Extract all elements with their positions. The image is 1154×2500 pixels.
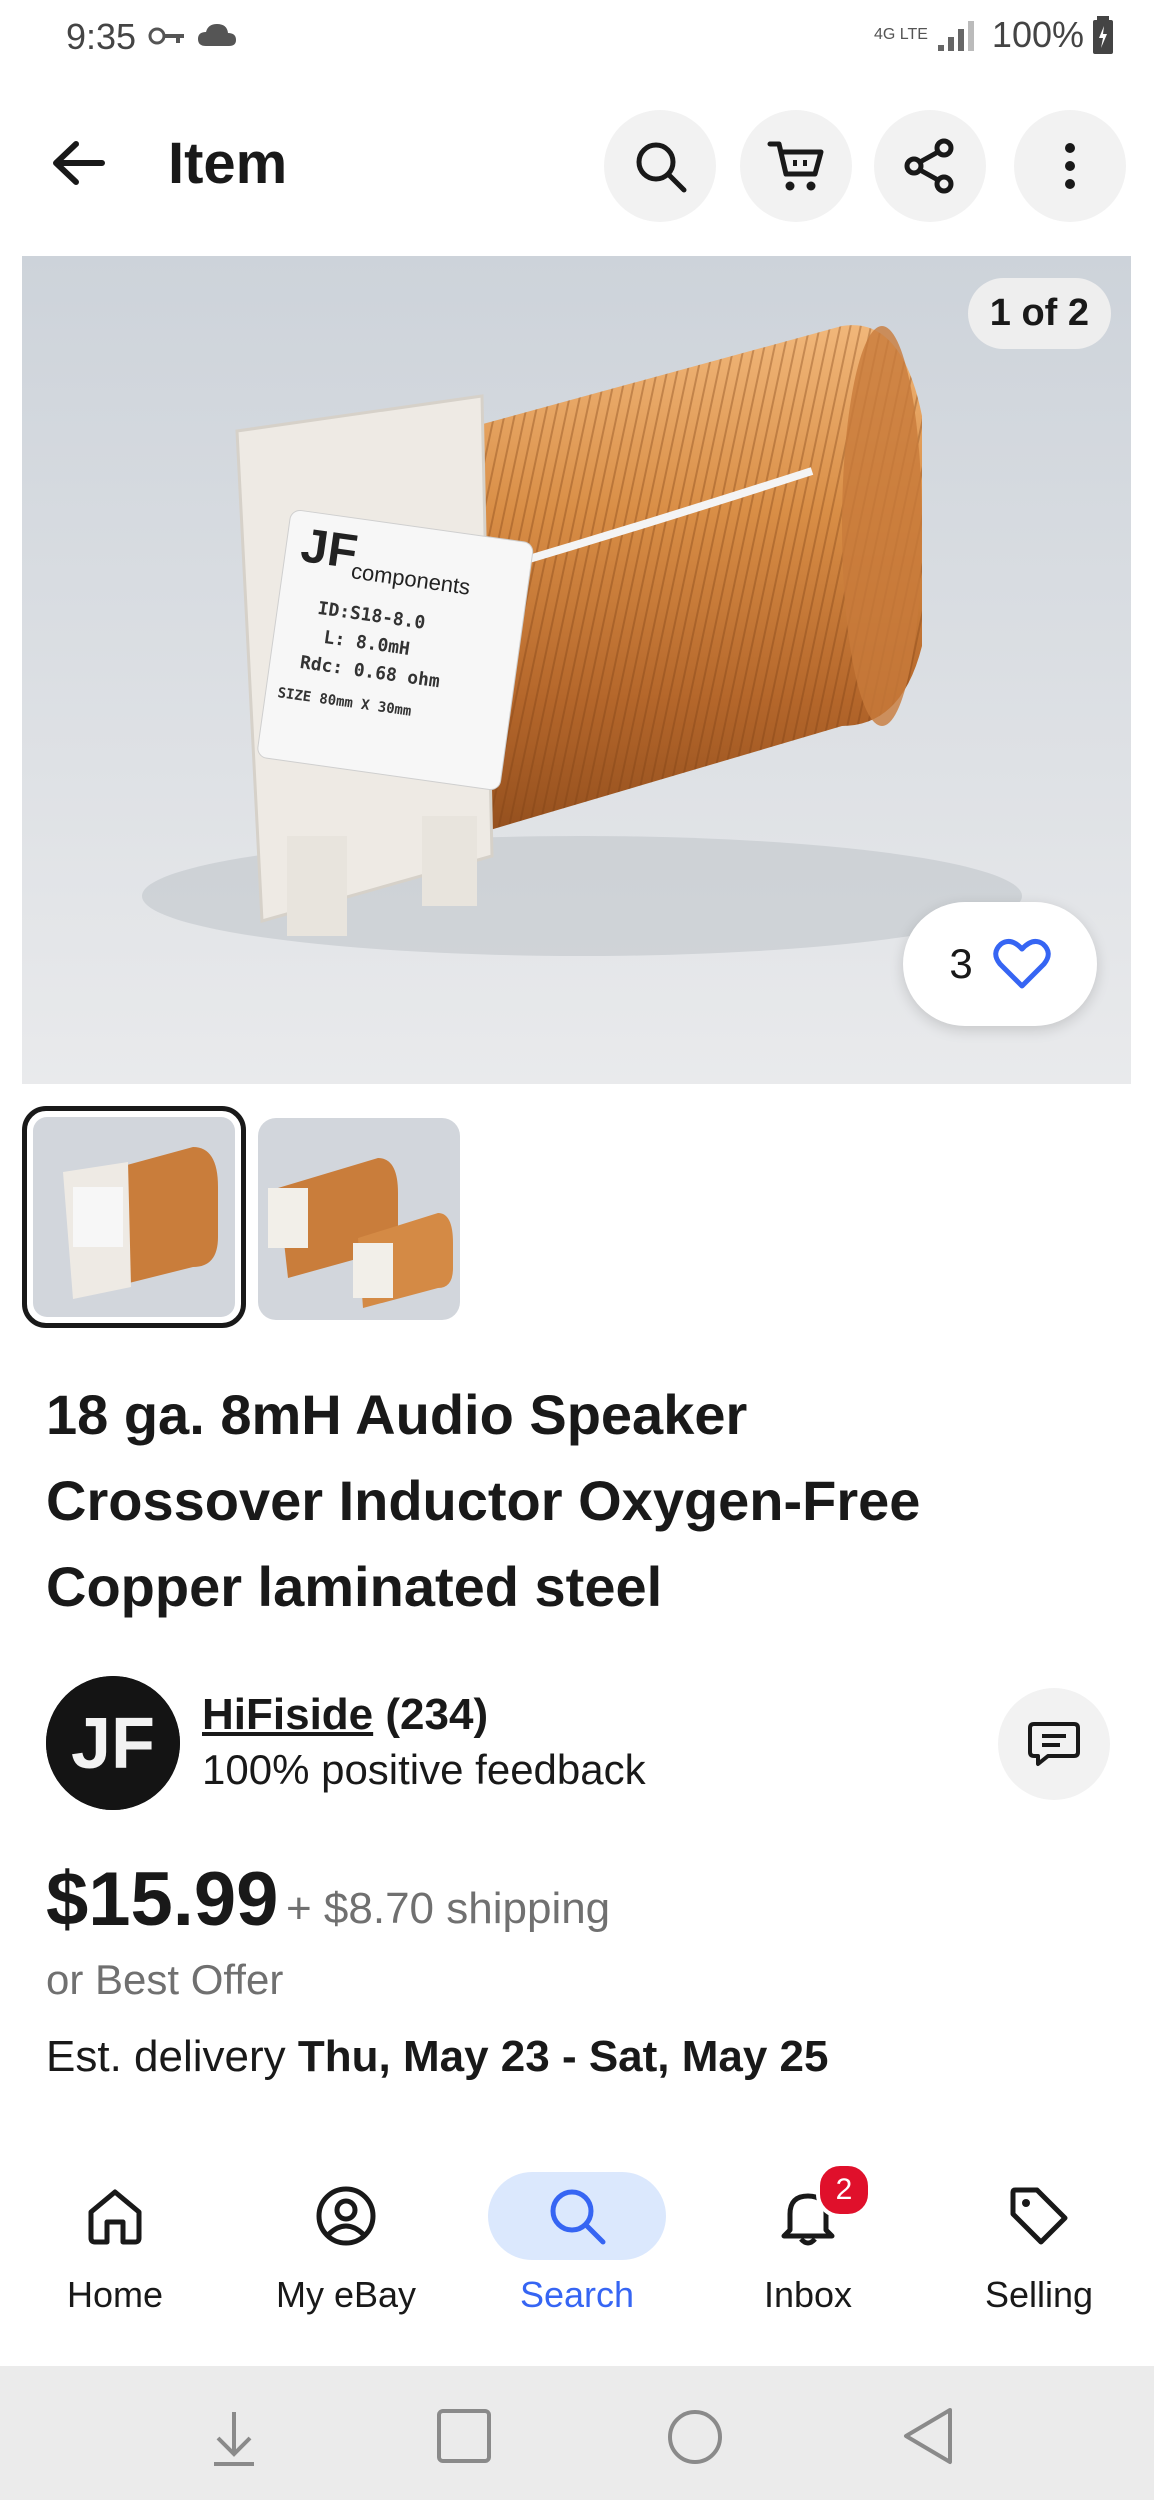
status-time: 9:35 [66, 16, 137, 57]
image-counter: 1 of 2 [967, 278, 1111, 349]
nav-label: Home [66, 2274, 164, 2315]
network-label: 4G LTE [873, 26, 928, 43]
watch-button[interactable]: 3 [903, 902, 1097, 1026]
home-circle-icon[interactable] [666, 2408, 724, 2466]
download-arrow-icon[interactable] [208, 2408, 260, 2468]
battery-percent: 100% [991, 14, 1084, 55]
nav-search[interactable]: Search [477, 2172, 677, 2316]
thumbnail-image [33, 1117, 235, 1317]
seller-logo: JF [46, 1676, 180, 1810]
bottom-navigation: Home My eBay Search 2 Inbox Selling [0, 2150, 1154, 2365]
thumbnail-image [258, 1118, 460, 1320]
system-navigation [0, 2366, 1154, 2500]
share-icon [904, 138, 954, 194]
search-icon [636, 142, 687, 193]
cart-icon [767, 141, 824, 191]
product-title-line: Copper laminated steel [46, 1555, 663, 1618]
back-triangle-icon[interactable] [900, 2406, 956, 2466]
user-circle-icon [316, 2186, 376, 2246]
battery-icon [1093, 16, 1113, 54]
best-offer-text: or Best Offer [46, 1956, 284, 2003]
nav-label: Inbox [763, 2274, 853, 2315]
nav-label: My eBay [275, 2274, 417, 2315]
seller-avatar-text: JF [71, 1704, 155, 1784]
seller-avatar[interactable]: JF [46, 1676, 180, 1810]
product-image[interactable]: JF components ID:S18-8.0 L: 8.0mH Rdc: 0… [22, 256, 1131, 1084]
heart-icon [992, 938, 1051, 989]
home-icon [88, 2189, 142, 2245]
nav-label: Selling [984, 2274, 1094, 2315]
status-bar: 9:35 4G LTE 100% [0, 0, 1154, 80]
seller-info[interactable]: HiFiside (234) [202, 1690, 488, 1740]
seller-name[interactable]: HiFiside [202, 1690, 373, 1739]
seller-feedback: 100% positive feedback [202, 1746, 646, 1793]
estimated-delivery: Est. delivery Thu, May 23 - Sat, May 25 [46, 2032, 829, 2082]
recents-icon[interactable] [436, 2408, 492, 2464]
cart-button[interactable] [740, 110, 852, 222]
product-title: 18 ga. 8mH Audio Speaker Crossover Induc… [46, 1372, 1116, 1630]
signal-icon [937, 21, 974, 51]
nav-my-ebay[interactable]: My eBay [246, 2172, 446, 2316]
app-bar: Item [0, 80, 1154, 250]
tag-icon [1010, 2187, 1068, 2245]
product-title-line: Crossover Inductor Oxygen-Free [46, 1469, 921, 1532]
nav-home[interactable]: Home [15, 2172, 215, 2316]
key-icon [148, 27, 184, 45]
share-button[interactable] [874, 110, 986, 222]
search-icon [550, 2189, 606, 2245]
cloud-icon [198, 24, 236, 46]
delivery-dates: Thu, May 23 - Sat, May 25 [297, 2032, 829, 2081]
more-vertical-icon [1065, 143, 1075, 189]
more-button[interactable] [1014, 110, 1126, 222]
back-arrow-icon[interactable] [50, 138, 108, 188]
nav-selling[interactable]: Selling [939, 2172, 1139, 2316]
message-icon [1028, 1722, 1080, 1766]
product-title-line: 18 ga. 8mH Audio Speaker [46, 1383, 748, 1446]
page-title: Item [168, 131, 288, 196]
watch-count: 3 [949, 940, 973, 987]
contact-seller-button[interactable] [998, 1688, 1110, 1800]
seller-feedback-count: (234) [385, 1690, 489, 1739]
inbox-badge: 2 [816, 2162, 872, 2218]
thumbnail-1[interactable] [22, 1106, 246, 1328]
price: $15.99 [46, 1857, 279, 1942]
delivery-label: Est. delivery [46, 2032, 286, 2081]
search-button[interactable] [604, 110, 716, 222]
nav-inbox[interactable]: 2 Inbox [708, 2162, 908, 2316]
nav-label: Search [519, 2274, 635, 2315]
thumbnail-2[interactable] [258, 1118, 460, 1320]
shipping-cost: + $8.70 shipping [286, 1884, 611, 1933]
